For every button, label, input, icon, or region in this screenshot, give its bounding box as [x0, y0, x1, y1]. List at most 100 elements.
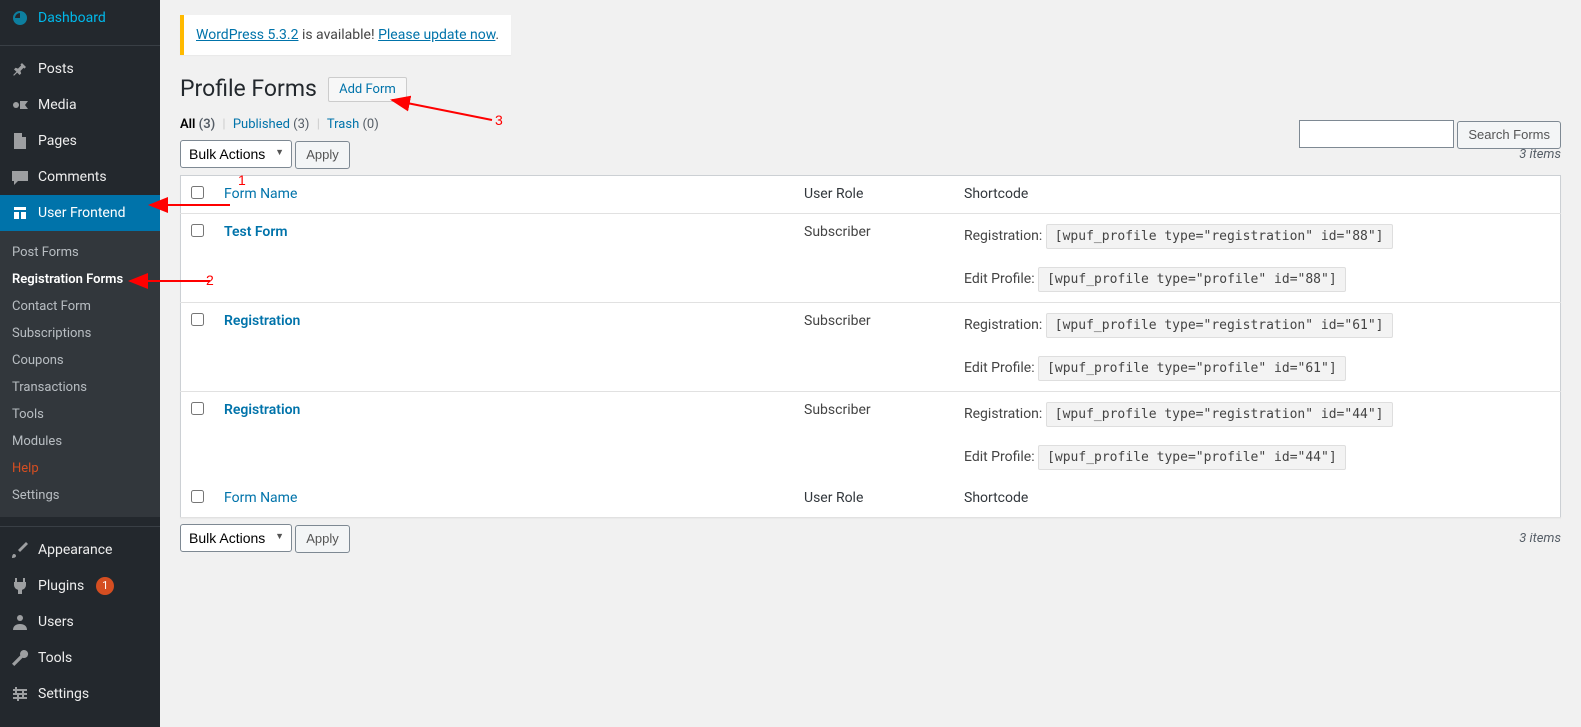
frontend-icon [10, 203, 30, 223]
filter-trash[interactable]: Trash (0) [327, 117, 379, 132]
submenu-subscriptions[interactable]: Subscriptions [0, 320, 160, 347]
main-content: WordPress 5.3.2 is available! Please upd… [160, 0, 1581, 727]
row-checkbox[interactable] [191, 402, 204, 415]
table-row: RegistrationSubscriberRegistration: [wpu… [181, 392, 1561, 481]
shortcode-code[interactable]: [wpuf_profile type="registration" id="61… [1046, 313, 1393, 338]
menu-label: Tools [38, 650, 72, 666]
col-footer-role: User Role [794, 480, 954, 518]
menu-pages[interactable]: Pages [0, 123, 160, 159]
menu-user-frontend[interactable]: User Frontend [0, 195, 160, 231]
menu-comments[interactable]: Comments [0, 159, 160, 195]
shortcode-code[interactable]: [wpuf_profile type="registration" id="44… [1046, 402, 1393, 427]
submenu-tools[interactable]: Tools [0, 401, 160, 428]
submenu-transactions[interactable]: Transactions [0, 374, 160, 401]
shortcode-label: Registration: [964, 317, 1046, 333]
shortcode-label: Registration: [964, 406, 1046, 422]
notice-suffix: . [495, 27, 499, 43]
search-input[interactable] [1299, 120, 1454, 148]
submenu-contact-form[interactable]: Contact Form [0, 293, 160, 320]
menu-settings[interactable]: Settings [0, 676, 160, 712]
comment-icon [10, 167, 30, 187]
shortcode-cell: Registration: [wpuf_profile type="regist… [954, 392, 1561, 481]
user-role-cell: Subscriber [794, 214, 954, 303]
col-header-name[interactable]: Form Name [224, 186, 297, 202]
bulk-actions-select-bottom[interactable]: Bulk Actions [180, 524, 292, 552]
menu-label: Comments [38, 169, 107, 185]
wrench-icon [10, 648, 30, 668]
menu-label: User Frontend [38, 205, 125, 221]
submenu-coupons[interactable]: Coupons [0, 347, 160, 374]
menu-media[interactable]: Media [0, 87, 160, 123]
add-form-button[interactable]: Add Form [328, 77, 407, 102]
items-count-bottom: 3 items [1519, 531, 1561, 546]
shortcode-label: Edit Profile: [964, 360, 1038, 376]
shortcode-code[interactable]: [wpuf_profile type="profile" id="88"] [1038, 267, 1346, 292]
submenu-settings[interactable]: Settings [0, 482, 160, 509]
submenu-help[interactable]: Help [0, 455, 160, 482]
menu-separator [0, 522, 160, 527]
plug-icon [10, 576, 30, 596]
shortcode-code[interactable]: [wpuf_profile type="registration" id="88… [1046, 224, 1393, 249]
shortcode-label: Edit Profile: [964, 271, 1038, 287]
notice-text: is available! [298, 27, 378, 43]
shortcode-label: Edit Profile: [964, 449, 1038, 465]
menu-plugins[interactable]: Plugins 1 [0, 568, 160, 604]
filter-published[interactable]: Published (3) [233, 117, 310, 132]
dashboard-icon [10, 8, 30, 28]
apply-button-bottom[interactable]: Apply [295, 525, 350, 553]
form-name-link[interactable]: Test Form [224, 224, 288, 240]
menu-tools[interactable]: Tools [0, 640, 160, 676]
pin-icon [10, 59, 30, 79]
wp-version-link[interactable]: WordPress 5.3.2 [196, 27, 298, 43]
user-role-cell: Subscriber [794, 303, 954, 392]
menu-label: Media [38, 97, 77, 113]
menu-users[interactable]: Users [0, 604, 160, 640]
shortcode-code[interactable]: [wpuf_profile type="profile" id="61"] [1038, 356, 1346, 381]
shortcode-code[interactable]: [wpuf_profile type="profile" id="44"] [1038, 445, 1346, 470]
form-name-link[interactable]: Registration [224, 313, 300, 329]
submenu: Post Forms Registration Forms Contact Fo… [0, 231, 160, 517]
menu-label: Settings [38, 686, 89, 702]
menu-label: Pages [38, 133, 77, 149]
items-count: 3 items [1519, 147, 1561, 162]
menu-appearance[interactable]: Appearance [0, 532, 160, 568]
col-footer-name[interactable]: Form Name [224, 490, 297, 506]
select-all-checkbox-footer[interactable] [191, 490, 204, 503]
filter-all[interactable]: All (3) [180, 117, 215, 132]
submenu-registration-forms[interactable]: Registration Forms [0, 266, 160, 293]
search-button[interactable]: Search Forms [1457, 121, 1561, 149]
submenu-post-forms[interactable]: Post Forms [0, 239, 160, 266]
apply-button[interactable]: Apply [295, 141, 350, 169]
form-name-link[interactable]: Registration [224, 402, 300, 418]
pages-icon [10, 131, 30, 151]
user-role-cell: Subscriber [794, 392, 954, 481]
shortcode-cell: Registration: [wpuf_profile type="regist… [954, 214, 1561, 303]
shortcode-label: Registration: [964, 228, 1046, 244]
submenu-modules[interactable]: Modules [0, 428, 160, 455]
menu-separator [0, 41, 160, 46]
users-icon [10, 612, 30, 632]
menu-label: Plugins [38, 578, 84, 594]
page-title: Profile Forms [180, 75, 317, 102]
forms-table: Form Name User Role Shortcode Test Form S… [180, 175, 1561, 518]
menu-posts[interactable]: Posts [0, 51, 160, 87]
settings-icon [10, 684, 30, 704]
bulk-actions-select[interactable]: Bulk Actions [180, 140, 292, 168]
row-checkbox[interactable] [191, 224, 204, 237]
brush-icon [10, 540, 30, 560]
col-footer-code: Shortcode [954, 480, 1561, 518]
update-notice: WordPress 5.3.2 is available! Please upd… [180, 15, 511, 55]
search-box: Search Forms [1299, 120, 1561, 149]
row-checkbox[interactable] [191, 313, 204, 326]
menu-label: Users [38, 614, 74, 630]
col-header-code: Shortcode [954, 176, 1561, 214]
media-icon [10, 95, 30, 115]
menu-dashboard[interactable]: Dashboard [0, 0, 160, 36]
plugins-badge: 1 [96, 577, 114, 595]
select-all-checkbox[interactable] [191, 186, 204, 199]
col-header-role: User Role [794, 176, 954, 214]
admin-sidebar: Dashboard Posts Media Pages Comments Use… [0, 0, 160, 727]
shortcode-cell: Registration: [wpuf_profile type="regist… [954, 303, 1561, 392]
update-now-link[interactable]: Please update now [378, 27, 495, 43]
table-row: RegistrationSubscriberRegistration: [wpu… [181, 303, 1561, 392]
